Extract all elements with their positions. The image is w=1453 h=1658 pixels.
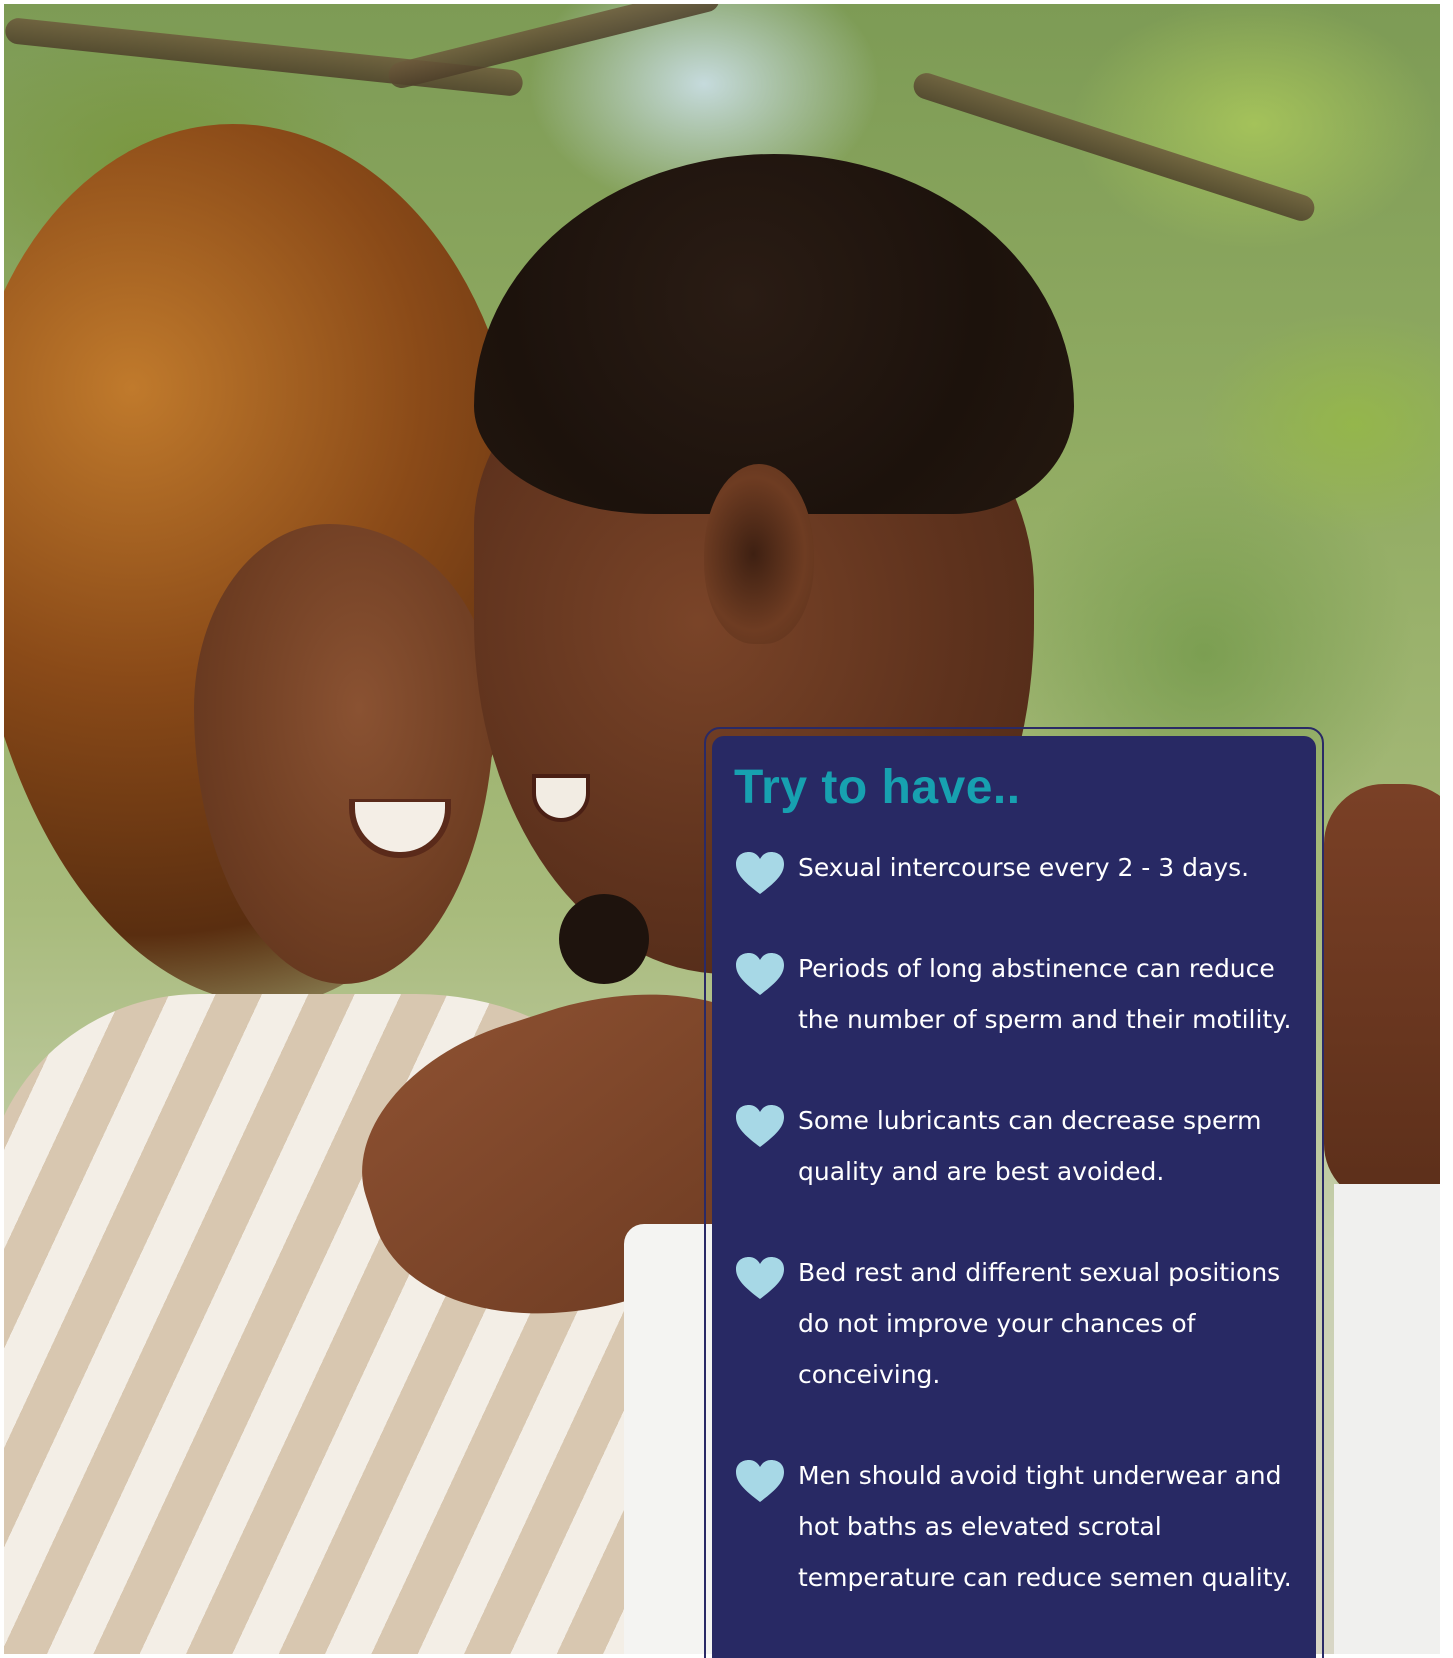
tip-text: Periods of long abstinence can reduce th… — [798, 954, 1292, 1034]
tip-item: Sexual intercourse every 2 - 3 days. — [734, 842, 1298, 894]
tip-text: Some lubricants can decrease sperm quali… — [798, 1106, 1262, 1186]
heart-icon — [736, 1257, 784, 1299]
tip-text: Bed rest and different sexual positions … — [798, 1258, 1281, 1389]
man-beard — [559, 894, 649, 984]
tips-card: Try to have.. Sexual intercourse every 2… — [712, 736, 1316, 1658]
tip-text: Men should avoid tight underwear and hot… — [798, 1461, 1292, 1592]
tip-item: Periods of long abstinence can reduce th… — [734, 943, 1298, 1045]
heart-icon — [736, 1105, 784, 1147]
tip-item: Bed rest and different sexual positions … — [734, 1247, 1298, 1400]
man-ear — [704, 464, 814, 644]
heart-icon — [736, 953, 784, 995]
tips-list: Sexual intercourse every 2 - 3 days. Per… — [734, 842, 1296, 1603]
tip-item: Men should avoid tight underwear and hot… — [734, 1450, 1298, 1603]
man-shirt-sleeve — [1334, 1184, 1440, 1654]
heart-icon — [736, 852, 784, 894]
tip-text: Sexual intercourse every 2 - 3 days. — [798, 853, 1250, 882]
tip-item: Some lubricants can decrease sperm quali… — [734, 1095, 1298, 1197]
tree-branch — [385, 4, 723, 91]
tree-branch — [910, 69, 1318, 225]
heart-icon — [736, 1460, 784, 1502]
brochure-page: Try to have.. Sexual intercourse every 2… — [0, 0, 1453, 1658]
embracing-arm — [1324, 784, 1440, 1204]
card-title: Try to have.. — [734, 761, 1021, 814]
man-hair — [474, 154, 1074, 514]
